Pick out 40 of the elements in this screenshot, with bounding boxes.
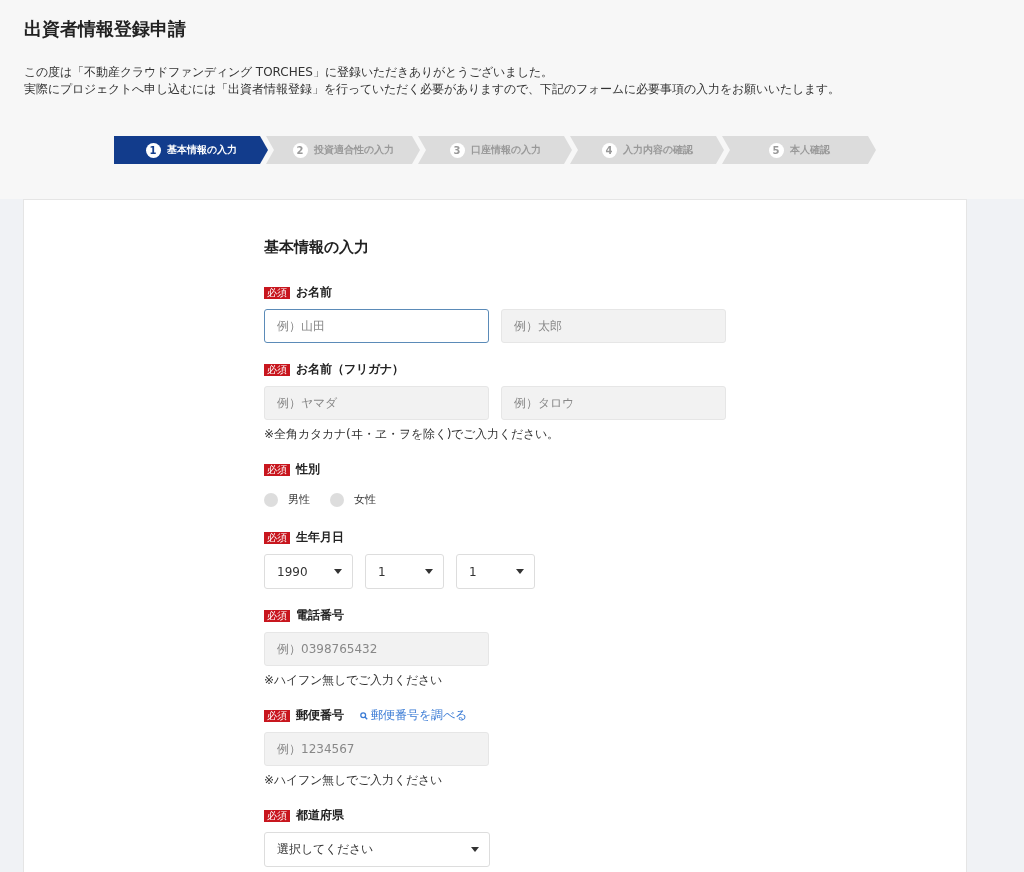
field-label: お名前 [296, 284, 332, 301]
progress-step: 5 本人確認 [722, 136, 876, 164]
progress-step: 2 投資適合性の入力 [266, 136, 420, 164]
caret-icon [425, 569, 433, 574]
caret-icon [334, 569, 342, 574]
select-dropdown[interactable]: 1 [365, 554, 444, 589]
section-title: 基本情報の入力 [264, 238, 370, 257]
radio-button[interactable] [264, 492, 278, 507]
field-label: 郵便番号 [296, 707, 344, 724]
select-dropdown[interactable]: 1990 [264, 554, 353, 589]
progress-step: 1 基本情報の入力 [114, 136, 268, 164]
field-label: お名前（フリガナ） [296, 361, 404, 378]
caret-icon [516, 569, 524, 574]
radio-button[interactable] [330, 492, 344, 507]
field-label: 電話番号 [296, 607, 344, 624]
intro-text: この度は「不動産クラウドファンディング TORCHES」に登録いただきありがとうございました。 [24, 64, 554, 81]
intro-text: 実際にプロジェクトへ申し込むには「出資者情報登録」を行っていただく必要がありますので、下記のフォームに必要事項の入力をお願いいたします。 [24, 81, 841, 98]
select-dropdown[interactable]: 選択してください [264, 832, 490, 867]
required-badge: 必須 [264, 463, 290, 476]
radio-label[interactable]: 女性 [354, 492, 376, 507]
progress-step: 3 口座情報の入力 [418, 136, 572, 164]
field-label: 都道府県 [296, 807, 344, 824]
field-label: 生年月日 [296, 529, 344, 546]
select-dropdown[interactable]: 1 [456, 554, 535, 589]
caret-icon [471, 847, 479, 852]
radio-label[interactable]: 男性 [288, 492, 310, 507]
required-badge: 必須 [264, 809, 290, 822]
page-title: 出資者情報登録申請 [24, 17, 187, 41]
required-badge: 必須 [264, 709, 290, 722]
hint-text: ※ハイフン無しでご入力ください [264, 772, 444, 789]
progress-step: 4 入力内容の確認 [570, 136, 724, 164]
hint-text: ※ハイフン無しでご入力ください [264, 672, 444, 689]
hint-text: ※全角カタカナ(ヰ・ヱ・ヲを除く)でご入力ください。 [264, 426, 561, 443]
required-badge: 必須 [264, 609, 290, 622]
field-label: 性別 [296, 461, 320, 478]
input-field[interactable]: 例）山田 [264, 309, 489, 343]
required-badge: 必須 [264, 286, 290, 299]
required-badge: 必須 [264, 363, 290, 376]
search-icon [360, 711, 368, 720]
required-badge: 必須 [264, 531, 290, 544]
